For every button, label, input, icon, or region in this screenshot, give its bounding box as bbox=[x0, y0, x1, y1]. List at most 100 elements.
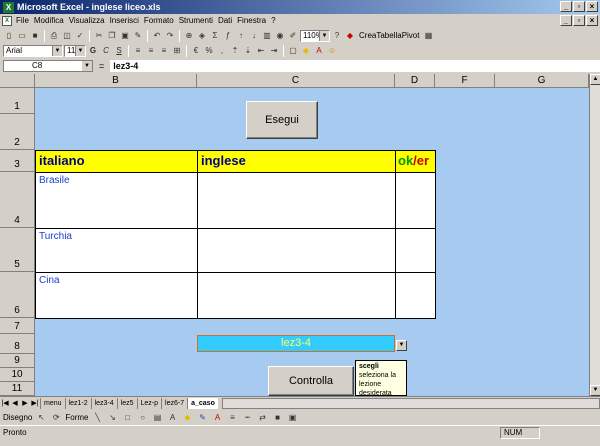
textbox-icon[interactable]: ▤ bbox=[151, 411, 163, 423]
align-center-icon[interactable]: ≡ bbox=[145, 45, 157, 57]
arrow-style-icon[interactable]: ⇄ bbox=[256, 411, 268, 423]
oval-icon[interactable]: ○ bbox=[136, 411, 148, 423]
cell-b5[interactable]: Turchia bbox=[35, 228, 198, 273]
font-color-icon[interactable]: A bbox=[313, 45, 325, 57]
row-header-6[interactable]: 6 bbox=[0, 272, 35, 318]
draw-font-color-icon[interactable]: A bbox=[211, 411, 223, 423]
borders-icon[interactable]: ▢ bbox=[287, 45, 299, 57]
wordart-icon[interactable]: A bbox=[166, 411, 178, 423]
tab-menu[interactable]: menu bbox=[40, 397, 65, 409]
line-color-icon[interactable]: ✎ bbox=[196, 411, 208, 423]
rectangle-icon[interactable]: □ bbox=[121, 411, 133, 423]
increase-decimal-icon[interactable]: ⇡ bbox=[229, 45, 241, 57]
cell-b6[interactable]: Cina bbox=[35, 272, 198, 319]
select-objects-icon[interactable]: ↖ bbox=[35, 411, 47, 423]
hyperlink-icon[interactable]: ⊕ bbox=[183, 30, 195, 42]
3d-icon[interactable]: ▣ bbox=[286, 411, 298, 423]
tab-lez6-7[interactable]: lez6-7 bbox=[161, 397, 188, 409]
drawing-menu[interactable]: Disegno bbox=[3, 413, 32, 422]
comma-icon[interactable]: , bbox=[216, 45, 228, 57]
map-icon[interactable]: ◉ bbox=[274, 30, 286, 42]
autosum-icon[interactable]: Σ bbox=[209, 30, 221, 42]
decrease-decimal-icon[interactable]: ⇣ bbox=[242, 45, 254, 57]
formula-input[interactable]: lez3-4 bbox=[110, 60, 600, 72]
merge-center-icon[interactable]: ⊞ bbox=[171, 45, 183, 57]
cell-d5[interactable] bbox=[395, 228, 436, 273]
rotate-icon[interactable]: ⟳ bbox=[50, 411, 62, 423]
draw-fill-icon[interactable]: ◆ bbox=[181, 411, 193, 423]
row-header-4[interactable]: 4 bbox=[0, 172, 35, 228]
cell-c5[interactable] bbox=[197, 228, 396, 273]
format-painter-icon[interactable]: ✎ bbox=[132, 30, 144, 42]
sort-asc-icon[interactable]: ↑ bbox=[235, 30, 247, 42]
minimize-button[interactable]: _ bbox=[560, 1, 572, 12]
tab-next-icon[interactable]: ▶ bbox=[20, 399, 30, 407]
header-italiano[interactable]: italiano bbox=[35, 150, 198, 173]
undo-icon[interactable]: ↶ bbox=[151, 30, 163, 42]
align-right-icon[interactable]: ≡ bbox=[158, 45, 170, 57]
row-header-8[interactable]: 8 bbox=[0, 334, 35, 354]
col-header-b[interactable]: B bbox=[35, 74, 197, 88]
menu-visualizza[interactable]: Visualizza bbox=[69, 16, 105, 25]
copy-icon[interactable]: ❐ bbox=[106, 30, 118, 42]
bold-button[interactable]: G bbox=[87, 45, 99, 57]
name-box[interactable]: C8 ▼ bbox=[3, 60, 93, 72]
run-button[interactable]: Esegui bbox=[246, 101, 318, 139]
cell-c6[interactable] bbox=[197, 272, 396, 319]
cell-c4[interactable] bbox=[197, 172, 396, 229]
percent-button[interactable]: % bbox=[203, 45, 215, 57]
redo-icon[interactable]: ↷ bbox=[164, 30, 176, 42]
menu-finestra[interactable]: Finestra bbox=[237, 16, 266, 25]
menu-help[interactable]: ? bbox=[271, 16, 275, 25]
cell-b4[interactable]: Brasile bbox=[35, 172, 198, 229]
print-icon[interactable]: ⎙ bbox=[48, 30, 60, 42]
smiley-icon[interactable]: ☺ bbox=[326, 45, 338, 57]
workbook-icon[interactable]: X bbox=[2, 15, 12, 26]
pivot-icon[interactable]: ◆ bbox=[344, 30, 356, 42]
font-size-select[interactable]: 11 ▼ bbox=[64, 44, 86, 57]
doc-close-button[interactable]: × bbox=[586, 15, 598, 26]
scroll-up-icon[interactable]: ▲ bbox=[590, 74, 600, 85]
zoom-select[interactable]: 110% ▼ bbox=[300, 29, 330, 42]
currency-icon[interactable]: € bbox=[190, 45, 202, 57]
scroll-down-icon[interactable]: ▼ bbox=[590, 385, 600, 396]
underline-button[interactable]: S bbox=[113, 45, 125, 57]
horizontal-scrollbar[interactable] bbox=[221, 397, 600, 409]
shadow-icon[interactable]: ■ bbox=[271, 411, 283, 423]
menu-modifica[interactable]: Modifica bbox=[34, 16, 64, 25]
select-all-corner[interactable] bbox=[0, 74, 35, 88]
vertical-scrollbar[interactable]: ▲ ▼ bbox=[589, 74, 600, 396]
dropdown-arrow-button[interactable]: ▼ bbox=[396, 340, 407, 351]
arrow-icon[interactable]: ↘ bbox=[106, 411, 118, 423]
header-ok-er[interactable]: ok/er bbox=[395, 150, 436, 173]
tab-lez1-2[interactable]: lez1-2 bbox=[64, 397, 91, 409]
pivot-button[interactable]: CreaTabellaPivot bbox=[357, 31, 421, 40]
autoshapes-menu[interactable]: Forme bbox=[65, 413, 88, 422]
menu-dati[interactable]: Dati bbox=[218, 16, 232, 25]
menu-formato[interactable]: Formato bbox=[144, 16, 174, 25]
increase-indent-icon[interactable]: ⇥ bbox=[268, 45, 280, 57]
tab-lez3-4[interactable]: lez3-4 bbox=[90, 397, 117, 409]
row-header-10[interactable]: 10 bbox=[0, 368, 35, 382]
col-header-g[interactable]: G bbox=[495, 74, 589, 88]
menu-inserisci[interactable]: Inserisci bbox=[110, 16, 139, 25]
worksheet[interactable]: B C D F G 1 2 3 4 5 6 7 8 9 10 11 Esegui… bbox=[0, 74, 600, 396]
italic-button[interactable]: C bbox=[100, 45, 112, 57]
cut-icon[interactable]: ✂ bbox=[93, 30, 105, 42]
save-icon[interactable]: ■ bbox=[29, 30, 41, 42]
restore-button[interactable]: ▫ bbox=[573, 1, 585, 12]
align-left-icon[interactable]: ≡ bbox=[132, 45, 144, 57]
function-icon[interactable]: ƒ bbox=[222, 30, 234, 42]
row-header-9[interactable]: 9 bbox=[0, 354, 35, 368]
web-icon[interactable]: ◈ bbox=[196, 30, 208, 42]
tab-prev-icon[interactable]: ◀ bbox=[10, 399, 20, 407]
col-header-f[interactable]: F bbox=[435, 74, 495, 88]
header-inglese[interactable]: inglese bbox=[197, 150, 396, 173]
tab-lez5[interactable]: lez5 bbox=[116, 397, 137, 409]
pivot-wizard-icon[interactable]: ▦ bbox=[422, 30, 434, 42]
row-header-11[interactable]: 11 bbox=[0, 382, 35, 396]
sort-desc-icon[interactable]: ↓ bbox=[248, 30, 260, 42]
tab-lez-p[interactable]: Lez-p bbox=[136, 397, 162, 409]
menu-file[interactable]: File bbox=[16, 16, 29, 25]
open-icon[interactable]: ▭ bbox=[16, 30, 28, 42]
